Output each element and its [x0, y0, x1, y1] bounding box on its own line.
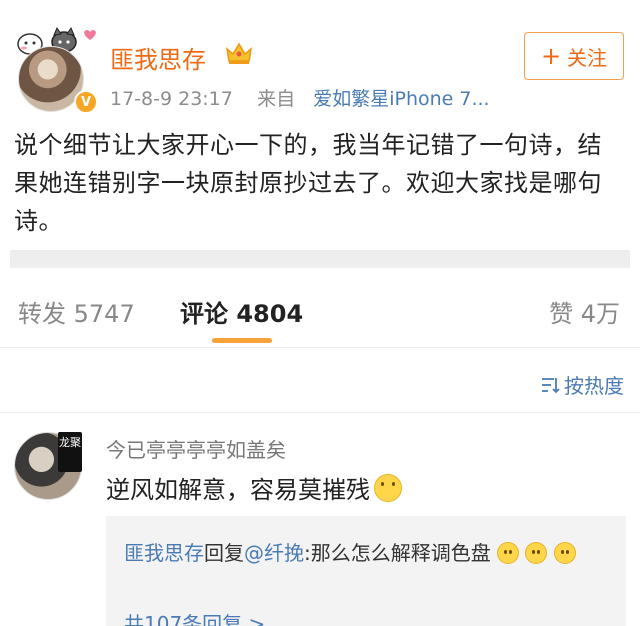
post-tabs: 转发 5747 评论 4804 赞 4万 — [0, 268, 640, 348]
follow-label: 关注 — [567, 45, 608, 70]
post-meta: 17-8-9 23:17 来自 爱如繁星iPhone 7... — [110, 84, 490, 111]
thinking-emoji-icon — [374, 473, 402, 502]
reply-preview-box[interactable]: 匪我思存回复@纤挽:那么怎么解释调色盘 共107条回复 > — [106, 516, 626, 626]
reply-line: 匪我思存回复@纤挽:那么怎么解释调色盘 — [124, 538, 614, 568]
reply-text: :那么怎么解释调色盘 — [304, 541, 491, 565]
author-username[interactable]: 匪我思存 — [110, 40, 206, 75]
divider — [0, 347, 640, 348]
smile-emoji-icon — [497, 542, 520, 564]
comment-content: 逆风如解意，容易莫摧残 — [106, 470, 402, 505]
post-header: V 匪我思存 17-8-9 23:17 来自 爱如繁星iPhone 7... +… — [0, 0, 640, 120]
plus-icon: + — [540, 42, 562, 70]
sort-by-hot-button[interactable]: 按热度 — [540, 370, 624, 399]
active-tab-indicator — [212, 338, 272, 343]
divider — [0, 412, 640, 413]
commenter-avatar-tag: 龙聚 — [58, 432, 82, 472]
smile-emoji-icon — [525, 542, 548, 564]
tab-like[interactable]: 赞 4万 — [549, 294, 620, 329]
post-timestamp: 17-8-9 23:17 — [110, 88, 233, 110]
commenter-name[interactable]: 今已亭亭亭亭如盖矣 — [106, 434, 286, 463]
author-avatar-group[interactable]: V — [12, 26, 98, 114]
tab-comment[interactable]: 评论 4804 — [180, 294, 303, 329]
verified-badge-icon: V — [74, 90, 98, 114]
reply-author-link[interactable]: 匪我思存 — [124, 541, 204, 565]
tab-comment-label: 评论 — [180, 300, 228, 328]
tab-comment-count: 4804 — [236, 300, 304, 328]
smile-emoji-icon — [553, 542, 576, 564]
tab-repost-count: 5747 — [73, 300, 135, 328]
tab-repost[interactable]: 转发 5747 — [18, 294, 135, 329]
sort-label: 按热度 — [564, 374, 624, 398]
tab-repost-label: 转发 — [18, 300, 66, 328]
source-prefix: 来自 — [257, 88, 296, 110]
crown-icon — [225, 42, 253, 64]
post-body-text: 说个细节让大家开心一下的，我当年记错了一句诗，结果她连错别字一块原封原抄过去了。… — [14, 131, 602, 235]
divider — [10, 250, 630, 268]
follow-button[interactable]: + 关注 — [524, 32, 624, 80]
post-source-link[interactable]: 爱如繁星iPhone 7... — [313, 88, 489, 110]
reply-verb: 回复 — [204, 541, 244, 565]
tab-like-label: 赞 — [549, 300, 574, 328]
sort-icon — [542, 377, 560, 393]
comment-text: 逆风如解意，容易莫摧残 — [106, 476, 370, 504]
reply-mention-link[interactable]: @纤挽 — [244, 541, 304, 565]
tab-like-count: 4万 — [580, 300, 620, 328]
view-all-replies-link[interactable]: 共107条回复 > — [124, 608, 265, 626]
